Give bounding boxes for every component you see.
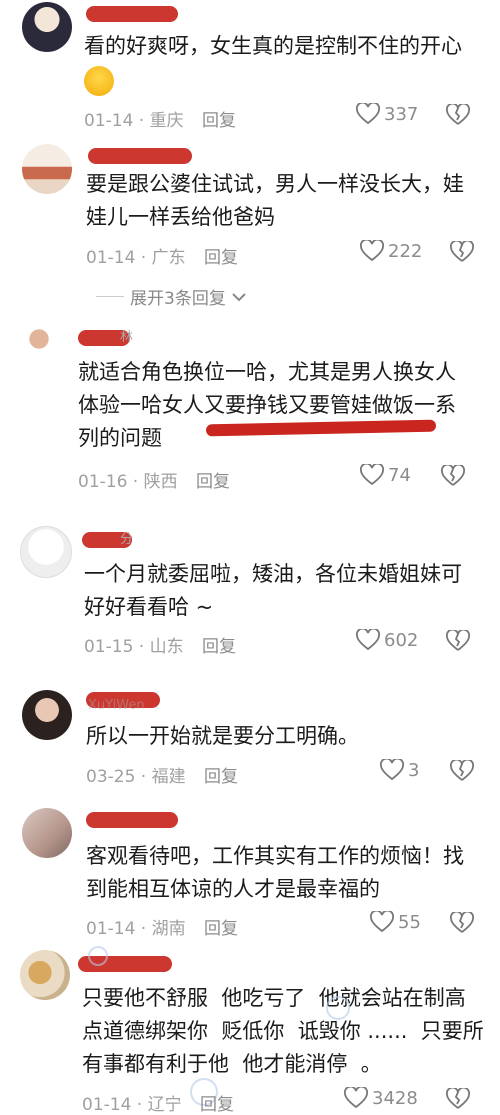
heart-icon bbox=[356, 629, 380, 651]
comment-date: 01-15 bbox=[84, 637, 134, 657]
like-count: 74 bbox=[388, 464, 411, 486]
heart-icon bbox=[370, 911, 394, 933]
like-button[interactable]: 222 bbox=[360, 240, 422, 262]
broken-heart-icon bbox=[450, 910, 474, 933]
avatar[interactable] bbox=[22, 2, 72, 52]
comment-date: 01-14 bbox=[86, 248, 136, 268]
reply-button[interactable]: 回复 bbox=[202, 106, 236, 131]
comment-date: 01-14 bbox=[86, 919, 136, 939]
comment-text: 客观看待吧，工作其实有工作的烦恼！找 到能相互体谅的人才是最幸福的 bbox=[86, 844, 464, 901]
chevron-down-icon bbox=[232, 292, 246, 301]
like-count: 337 bbox=[384, 103, 419, 125]
comment-meta: 01-14 · 湖南 bbox=[86, 919, 186, 939]
comment-date: 01-14 bbox=[84, 111, 134, 131]
dislike-button[interactable] bbox=[446, 102, 470, 130]
comment-meta: 01-15 · 山东 bbox=[84, 637, 184, 657]
like-button[interactable]: 3428 bbox=[344, 1087, 418, 1109]
comment-location: 福建 bbox=[151, 767, 186, 787]
redacted-username bbox=[86, 6, 178, 22]
comment-meta: 01-16 · 陕西 bbox=[78, 472, 178, 492]
comment-location: 广东 bbox=[151, 248, 186, 268]
divider-line bbox=[96, 296, 124, 297]
comment-text: 看的好爽呀，女生真的是控制不住的开心 bbox=[84, 34, 462, 58]
touch-indicator bbox=[326, 996, 350, 1020]
like-button[interactable]: 3 bbox=[380, 759, 419, 781]
laugh-emoji-icon bbox=[84, 66, 114, 96]
comment-text: 就适合角色换位一哈，尤其是男人换女人 体验一哈女人又要挣钱又要管娃做饭一系 列的… bbox=[78, 360, 456, 450]
heart-icon bbox=[360, 240, 384, 262]
reply-button[interactable]: 回复 bbox=[204, 914, 238, 939]
broken-heart-icon bbox=[446, 628, 470, 651]
redacted-username bbox=[86, 812, 178, 828]
heart-icon bbox=[344, 1087, 368, 1109]
heart-icon bbox=[356, 103, 380, 125]
like-button[interactable]: 55 bbox=[370, 911, 421, 933]
broken-heart-icon bbox=[446, 1086, 470, 1109]
avatar[interactable] bbox=[22, 690, 72, 740]
comment-location: 重庆 bbox=[149, 111, 184, 131]
broken-heart-icon bbox=[446, 102, 470, 125]
comment-location: 辽宁 bbox=[147, 1095, 182, 1115]
comment-text: 一个月就委屈啦，矮油，各位未婚姐妹可 好好看看哈 ~ bbox=[84, 562, 462, 619]
comment-location: 陕西 bbox=[143, 472, 178, 492]
comment-text: 只要他不舒服 他吃亏了 他就会站在制高 点道德绑架你 贬低你 诋毁你 .....… bbox=[82, 986, 484, 1076]
comment-meta: 01-14 · 辽宁 bbox=[82, 1095, 182, 1115]
dislike-button[interactable] bbox=[450, 910, 474, 938]
comment-meta: 01-14 · 重庆 bbox=[84, 111, 184, 131]
reply-button[interactable]: 回复 bbox=[202, 632, 236, 657]
dislike-button[interactable] bbox=[450, 239, 474, 267]
redacted-username bbox=[88, 148, 192, 164]
dislike-button[interactable] bbox=[441, 463, 465, 491]
comment-date: 01-16 bbox=[78, 472, 128, 492]
broken-heart-icon bbox=[450, 239, 474, 262]
dislike-button[interactable] bbox=[446, 1086, 470, 1114]
broken-heart-icon bbox=[450, 758, 474, 781]
like-count: 3428 bbox=[372, 1087, 418, 1109]
reply-button[interactable]: 回复 bbox=[204, 762, 238, 787]
avatar[interactable] bbox=[22, 808, 72, 858]
comment-location: 山东 bbox=[149, 637, 184, 657]
broken-heart-icon bbox=[441, 463, 465, 486]
like-count: 222 bbox=[388, 240, 423, 262]
like-count: 55 bbox=[398, 911, 421, 933]
avatar[interactable] bbox=[22, 144, 72, 194]
reply-button[interactable]: 回复 bbox=[204, 243, 238, 268]
touch-indicator bbox=[88, 946, 108, 966]
heart-icon bbox=[380, 759, 404, 781]
username-fragment: 分 bbox=[120, 532, 134, 547]
like-button[interactable]: 337 bbox=[356, 103, 418, 125]
dislike-button[interactable] bbox=[446, 628, 470, 656]
like-button[interactable]: 74 bbox=[360, 464, 411, 486]
comment-date: 03-25 bbox=[86, 767, 136, 787]
reply-button[interactable]: 回复 bbox=[200, 1090, 234, 1115]
like-count: 3 bbox=[408, 759, 420, 781]
comment-text: 要是跟公婆住试试，男人一样没长大，娃 娃儿一样丢给他爸妈 bbox=[86, 172, 464, 229]
comment-text: 所以一开始就是要分工明确。 bbox=[86, 724, 359, 748]
avatar[interactable] bbox=[20, 526, 72, 578]
username-fragment: XuYiWen bbox=[88, 698, 145, 713]
like-button[interactable]: 602 bbox=[356, 629, 418, 651]
avatar[interactable] bbox=[20, 950, 70, 1000]
comment-meta: 01-14 · 广东 bbox=[86, 248, 186, 268]
expand-replies-button[interactable]: 展开3条回复 bbox=[96, 284, 246, 309]
heart-icon bbox=[360, 464, 384, 486]
comment-meta: 03-25 · 福建 bbox=[86, 767, 186, 787]
reply-button[interactable]: 回复 bbox=[196, 467, 230, 492]
comment-location: 湖南 bbox=[151, 919, 186, 939]
like-count: 602 bbox=[384, 629, 419, 651]
dislike-button[interactable] bbox=[450, 758, 474, 786]
username-fragment: 林 bbox=[120, 330, 134, 345]
avatar[interactable] bbox=[14, 324, 64, 374]
comment-date: 01-14 bbox=[82, 1095, 132, 1115]
expand-replies-label: 展开3条回复 bbox=[130, 289, 226, 309]
